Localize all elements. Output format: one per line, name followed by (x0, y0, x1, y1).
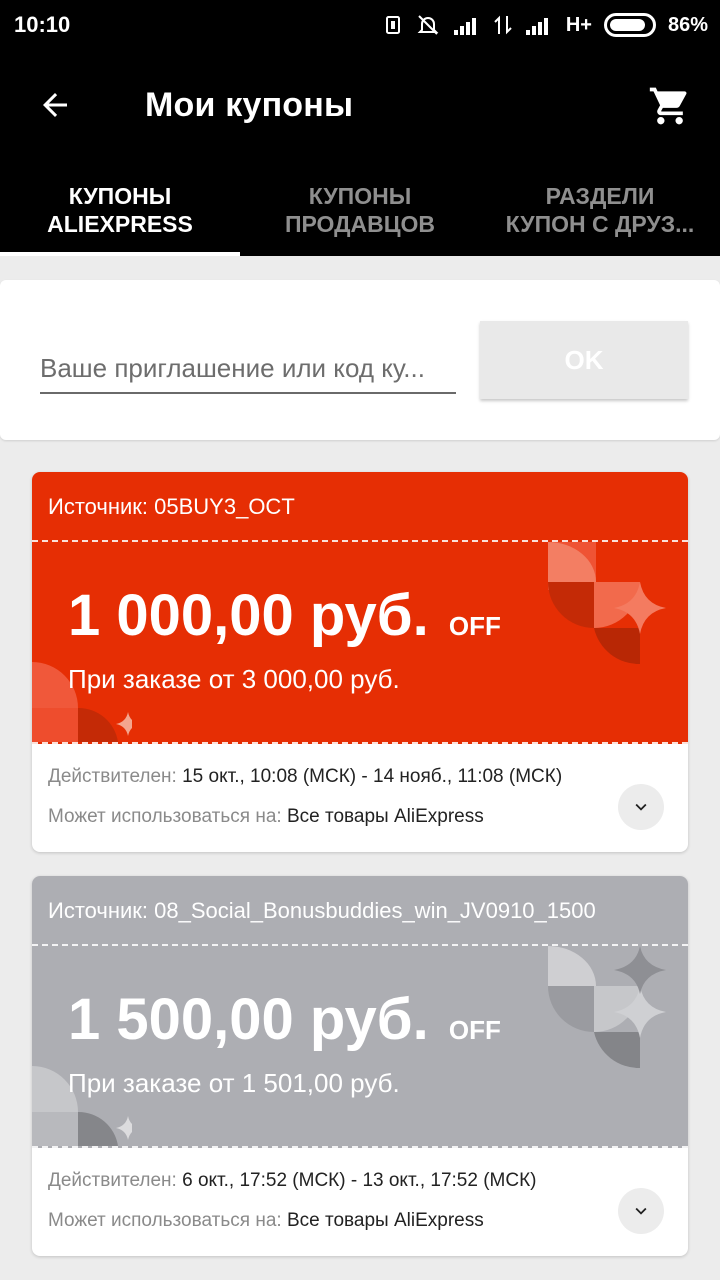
status-bar: 10:10 H+ 86% (0, 0, 720, 50)
coupon-source: Источник: 05BUY3_OCT (32, 472, 688, 542)
coupon-min-order: При заказе от 3 000,00 руб. (68, 664, 400, 694)
decorative-pattern-icon (548, 542, 666, 664)
tab-label-line1: КУПОНЫ (68, 183, 172, 209)
coupon-amount-value: 1 000,00 руб. (68, 583, 429, 648)
status-time: 10:10 (14, 12, 71, 37)
cart-button[interactable] (644, 80, 696, 132)
tab-label-line2: ПРОДАВЦОВ (284, 211, 436, 237)
network-type: H+ (565, 13, 592, 36)
mute-bell-icon (417, 15, 439, 35)
decorative-pattern-icon (548, 946, 666, 1068)
coupon-min-order: При заказе от 1 501,00 руб. (68, 1068, 400, 1098)
status-icons: H+ 86% (382, 10, 708, 40)
usable-value: Все товары AliExpress (286, 1210, 484, 1231)
coupon-info: Действителен: 6 окт., 17:52 (МСК) - 13 о… (48, 1170, 608, 1250)
coupon-amount-value: 1 500,00 руб. (68, 987, 429, 1052)
data-transfer-icon (494, 15, 512, 35)
usable-label: Может использоваться на: (48, 1210, 282, 1231)
coupon-body: 1 500,00 руб. OFF При заказе от 1 501,00… (32, 946, 688, 1148)
coupon-source: Источник: 08_Social_Bonusbuddies_win_JV0… (32, 876, 688, 946)
coupon-card[interactable]: Источник: 05BUY3_OCT 1 000,00 руб. OFF П… (32, 472, 688, 852)
usable-label: Может использоваться на: (48, 806, 282, 827)
validity-label: Действителен: (48, 766, 177, 787)
coupon-validity: Действителен: 6 окт., 17:52 (МСК) - 13 о… (48, 1170, 608, 1210)
coupon-amount: 1 500,00 руб. OFF (68, 986, 501, 1053)
coupon-body: 1 000,00 руб. OFF При заказе от 3 000,00… (32, 542, 688, 744)
tab-share-coupon[interactable]: РАЗДЕЛИ КУПОН С ДРУЗ... (480, 160, 720, 256)
coupon-usable-on: Может использоваться на: Все товары AliE… (48, 1210, 608, 1250)
battery-icon (603, 13, 656, 37)
validity-value: 6 окт., 17:52 (МСК) - 13 окт., 17:52 (МС… (182, 1170, 537, 1191)
app-bar: Мои купоны (0, 50, 720, 160)
validity-value: 15 окт., 10:08 (МСК) - 14 нояб., 11:08 (… (182, 766, 563, 787)
tab-label-line2: КУПОН С ДРУЗ... (505, 211, 695, 237)
coupon-code-input[interactable] (40, 344, 456, 394)
tab-label-line1: КУПОНЫ (308, 183, 412, 209)
cart-icon (649, 87, 687, 125)
tab-label-line1: РАЗДЕЛИ (545, 183, 655, 209)
battery-percent: 86% (667, 13, 708, 36)
chevron-down-icon (635, 803, 647, 811)
tab-bar: КУПОНЫ ALIEXPRESS КУПОНЫ ПРОДАВЦОВ РАЗДЕ… (0, 160, 720, 256)
expand-button[interactable] (618, 784, 664, 830)
coupon-validity: Действителен: 15 окт., 10:08 (МСК) - 14 … (48, 766, 608, 806)
coupon-card[interactable]: Источник: 08_Social_Bonusbuddies_win_JV0… (32, 876, 688, 1256)
usable-value: Все товары AliExpress (286, 806, 484, 827)
vibrate-icon (385, 16, 400, 34)
arrow-back-icon (43, 93, 67, 117)
coupon-info: Действителен: 15 окт., 10:08 (МСК) - 14 … (48, 766, 608, 846)
expand-button[interactable] (618, 1188, 664, 1234)
tab-aliexpress-coupons[interactable]: КУПОНЫ ALIEXPRESS (0, 160, 240, 256)
tab-seller-coupons[interactable]: КУПОНЫ ПРОДАВЦОВ (240, 160, 480, 256)
signal-2-icon (525, 18, 548, 35)
chevron-down-icon (635, 1207, 647, 1215)
page-title: Мои купоны (145, 86, 354, 124)
coupon-off-label: OFF (448, 1015, 501, 1045)
back-button[interactable] (30, 80, 80, 130)
validity-label: Действителен: (48, 1170, 177, 1191)
coupon-amount: 1 000,00 руб. OFF (68, 582, 501, 649)
tab-label-line2: ALIEXPRESS (47, 211, 193, 237)
coupon-usable-on: Может использоваться на: Все товары AliE… (48, 806, 608, 846)
coupon-off-label: OFF (448, 611, 501, 641)
ok-button[interactable]: OK (480, 321, 688, 399)
signal-icon (453, 18, 476, 35)
